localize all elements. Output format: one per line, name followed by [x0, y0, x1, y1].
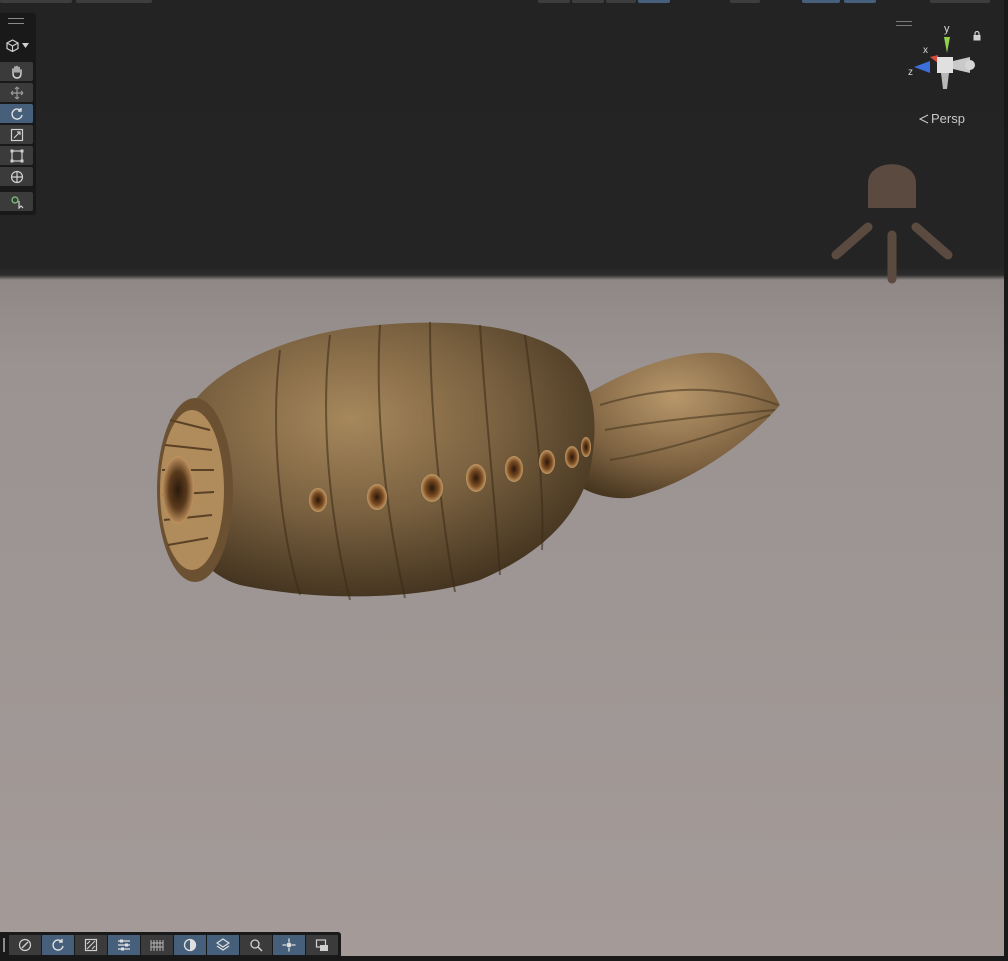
- tools-overlay: [0, 13, 36, 215]
- top-tab[interactable]: [606, 0, 636, 3]
- axis-y-label: y: [944, 23, 950, 35]
- axis-y-cone[interactable]: [944, 37, 950, 53]
- rotate-icon: [10, 107, 23, 120]
- light-icon[interactable]: [828, 153, 956, 285]
- top-tab[interactable]: [930, 0, 990, 3]
- viewport-border-right: [1004, 0, 1008, 961]
- camera-icon: [315, 939, 328, 951]
- scale-icon: [10, 128, 23, 141]
- top-tab[interactable]: [802, 0, 840, 3]
- scene-viewport[interactable]: y x z Persp: [0, 5, 1004, 956]
- top-tab[interactable]: [0, 0, 72, 3]
- scale-tool-button[interactable]: [0, 125, 33, 144]
- top-tab[interactable]: [572, 0, 604, 3]
- view-mode-button[interactable]: [0, 34, 34, 56]
- transform-tool-button[interactable]: [0, 167, 33, 186]
- search-icon: [250, 939, 263, 952]
- sliders-icon: [118, 939, 130, 951]
- cube-icon: [5, 38, 19, 52]
- axis-z-cone[interactable]: [914, 61, 930, 73]
- perspective-icon: [919, 114, 929, 123]
- fx-button[interactable]: [141, 935, 173, 955]
- top-tab[interactable]: [538, 0, 570, 3]
- compass-icon: [18, 938, 32, 952]
- axis-x-cone[interactable]: [930, 55, 938, 63]
- rotate-tool-button[interactable]: [0, 104, 33, 123]
- custom-tool-icon: [10, 195, 23, 209]
- sphere-icon: [183, 938, 197, 952]
- scene-visibility-button[interactable]: [174, 935, 206, 955]
- gizmo-center-cube[interactable]: [937, 57, 953, 73]
- axis-z-label: z: [908, 67, 913, 78]
- lighting-button[interactable]: [75, 935, 107, 955]
- move-arrows-icon: [10, 86, 23, 99]
- grid-icon: [216, 938, 230, 951]
- rect-transform-icon: [10, 149, 23, 162]
- toolbar-grip-icon[interactable]: [3, 938, 5, 952]
- gizmos-button[interactable]: [273, 935, 305, 955]
- rect-tool-button[interactable]: [0, 146, 33, 165]
- transform-icon: [10, 170, 23, 183]
- top-tab[interactable]: [76, 0, 152, 3]
- leech-model[interactable]: [150, 310, 790, 605]
- gizmo-icon: [282, 938, 296, 952]
- top-tab[interactable]: [730, 0, 760, 3]
- move-tool-button[interactable]: [0, 83, 33, 102]
- top-tab[interactable]: [638, 0, 670, 3]
- top-tab[interactable]: [844, 0, 876, 3]
- fx-icon: [150, 940, 164, 951]
- audio-effects-button[interactable]: [108, 935, 140, 955]
- grid-button[interactable]: [207, 935, 239, 955]
- viewport-border-bottom: [0, 956, 1008, 961]
- lighting-icon: [84, 938, 98, 952]
- overlay-grip-icon[interactable]: [8, 18, 24, 24]
- projection-toggle[interactable]: Persp: [919, 111, 965, 126]
- scene-view-toolbar: [0, 932, 341, 958]
- draw-mode-button[interactable]: [9, 935, 41, 955]
- view-tool-button[interactable]: [0, 62, 33, 81]
- hand-icon: [11, 65, 22, 79]
- rotate-icon: [52, 939, 64, 951]
- toggle-2d-button[interactable]: [42, 935, 74, 955]
- custom-tool-button[interactable]: [0, 192, 33, 211]
- lock-icon[interactable]: [973, 31, 981, 41]
- chevron-down-icon: [21, 42, 29, 48]
- axis-x-label: x: [923, 45, 928, 56]
- projection-label: Persp: [931, 111, 965, 126]
- search-button[interactable]: [240, 935, 272, 955]
- camera-button[interactable]: [306, 935, 338, 955]
